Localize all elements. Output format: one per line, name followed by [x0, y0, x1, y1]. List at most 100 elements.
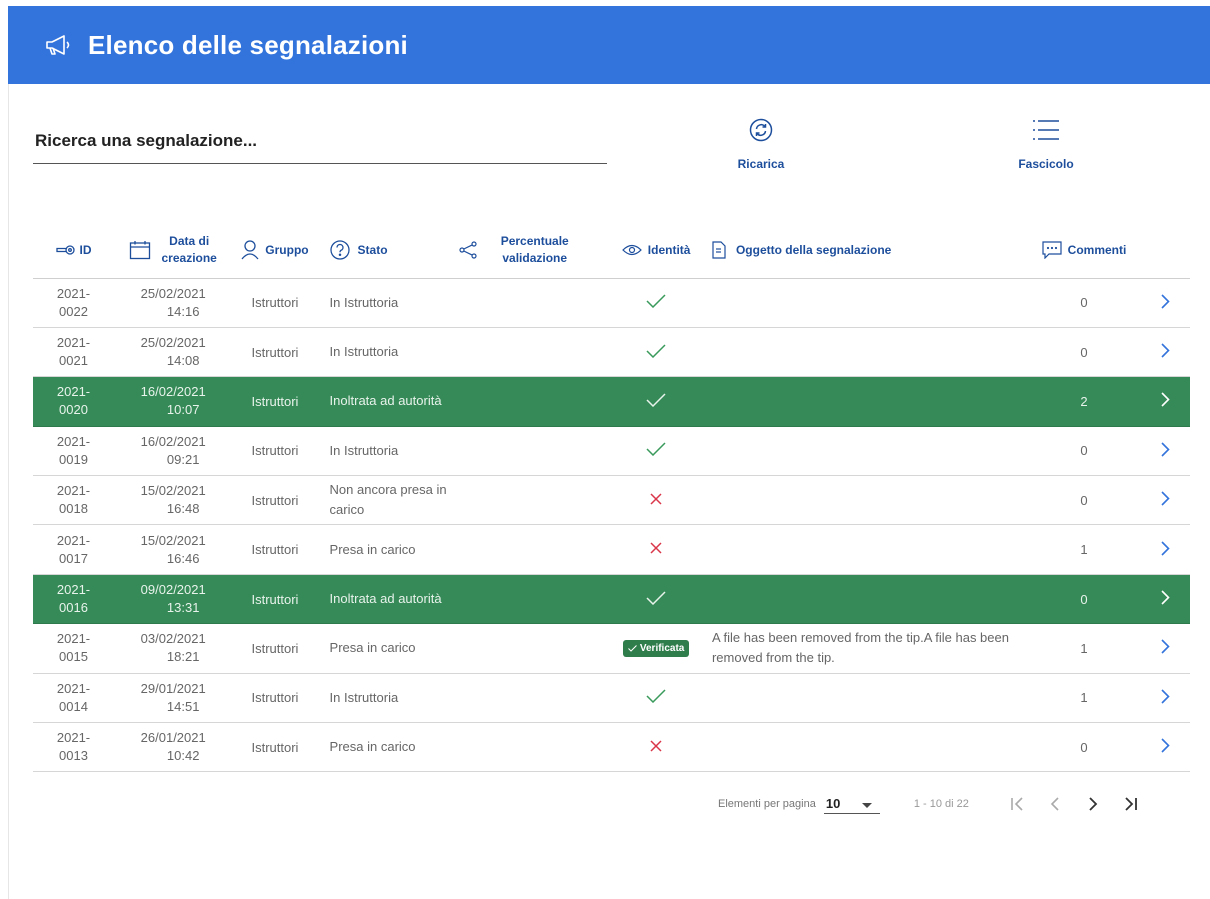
column-group[interactable]: Gruppo: [232, 222, 318, 279]
page-title: Elenco delle segnalazioni: [88, 29, 408, 60]
report-id: 2021-0018: [56, 483, 91, 517]
open-report-button[interactable]: [1140, 278, 1190, 328]
report-date: 15/02/2021: [140, 532, 206, 548]
open-report-button[interactable]: [1140, 524, 1190, 575]
last-page-button[interactable]: [1121, 794, 1141, 814]
cell-state: In Istruttoria: [317, 673, 457, 724]
cell-id: 2021-0016: [33, 574, 114, 625]
check-icon: [646, 344, 666, 358]
cell-state: Presa in carico: [317, 722, 457, 773]
cell-percent: [456, 623, 607, 674]
user-icon: [241, 240, 259, 260]
cell-percent: [456, 673, 607, 724]
search-input[interactable]: [33, 120, 607, 162]
cell-state: Inoltrata ad autorità: [317, 574, 457, 625]
reload-button[interactable]: Ricarica: [728, 118, 794, 171]
open-report-button[interactable]: [1140, 475, 1190, 526]
table-row[interactable]: 2021-0020 16/02/2021 10:07 Istruttori Inoltr…: [33, 376, 1190, 427]
cell-comments: 1: [1027, 524, 1141, 575]
chevron-right-icon: [1160, 541, 1170, 556]
cell-group: Istruttori: [232, 623, 318, 674]
cell-percent: [456, 376, 607, 427]
report-state: Presa in carico: [329, 640, 416, 656]
open-report-button[interactable]: [1140, 327, 1190, 378]
open-report-button[interactable]: [1140, 376, 1190, 427]
page-navigation: [1007, 794, 1141, 814]
cell-percent: [456, 426, 607, 477]
cross-icon: [650, 493, 662, 505]
table-row[interactable]: 2021-0013 26/01/2021 10:42 Istruttori Presa …: [33, 722, 1190, 773]
column-percent[interactable]: Percentuale validazione: [456, 222, 607, 279]
column-identity[interactable]: Identità: [606, 222, 706, 279]
open-report-button[interactable]: [1140, 426, 1190, 477]
report-time: 14:16: [166, 303, 200, 319]
table-row[interactable]: 2021-0014 29/01/2021 14:51 Istruttori In Ist…: [33, 673, 1190, 724]
report-group: Istruttori: [251, 393, 299, 409]
cell-date: 26/01/2021 10:42: [114, 722, 233, 773]
items-per-page-label: Elementi per pagina: [718, 798, 816, 810]
report-subject: A file has been removed from the tip.A f…: [711, 630, 1009, 666]
table-header-row: ID Data di creazione Gruppo Stato Percen…: [33, 222, 1190, 279]
cell-subject: [705, 574, 1028, 625]
chevron-right-icon: [1160, 392, 1170, 408]
cell-date: 29/01/2021 14:51: [114, 673, 233, 724]
table-row[interactable]: 2021-0016 09/02/2021 13:31 Istruttori Inoltr…: [33, 574, 1190, 625]
column-percent-label: Percentuale validazione: [500, 233, 569, 265]
cell-date: 25/02/2021 14:08: [114, 327, 233, 378]
question-icon: [329, 240, 350, 260]
column-date[interactable]: Data di creazione: [114, 222, 233, 279]
dossier-button[interactable]: Fascicolo: [1010, 118, 1082, 171]
cell-group: Istruttori: [232, 376, 318, 427]
report-group: Istruttori: [251, 690, 299, 706]
check-icon: [628, 645, 637, 652]
reload-label: Ricarica: [737, 157, 785, 171]
cell-subject: [705, 376, 1028, 427]
open-report-button[interactable]: [1140, 574, 1190, 625]
report-group: Istruttori: [251, 492, 299, 508]
open-report-button[interactable]: [1140, 623, 1190, 674]
report-group: Istruttori: [251, 344, 299, 360]
cell-date: 16/02/2021 10:07: [114, 376, 233, 427]
cell-id: 2021-0014: [33, 673, 114, 724]
previous-page-button[interactable]: [1045, 794, 1065, 814]
column-state-label: Stato: [357, 242, 388, 257]
report-group: Istruttori: [251, 591, 299, 607]
check-icon: [646, 294, 666, 309]
table-row[interactable]: 2021-0017 15/02/2021 16:46 Istruttori Presa …: [33, 524, 1190, 575]
cell-state: Presa in carico: [317, 623, 457, 674]
document-icon: [712, 241, 726, 259]
cell-group: Istruttori: [232, 278, 318, 328]
cell-identity: [606, 376, 706, 427]
next-page-button[interactable]: [1083, 794, 1103, 814]
items-per-page-select[interactable]: 10: [823, 794, 880, 814]
cell-comments: 0: [1027, 278, 1141, 328]
table-row[interactable]: 2021-0022 25/02/2021 14:16 Istruttori In Ist…: [33, 278, 1190, 328]
report-group: Istruttori: [251, 542, 299, 558]
table-row[interactable]: 2021-0015 03/02/2021 18:21 Istruttori Presa …: [33, 623, 1190, 674]
cell-percent: [456, 722, 607, 773]
open-report-button[interactable]: [1140, 673, 1190, 724]
column-subject[interactable]: Oggetto della segnalazione: [705, 222, 1028, 279]
first-page-button[interactable]: [1007, 794, 1027, 814]
cell-group: Istruttori: [232, 673, 318, 724]
report-group: Istruttori: [251, 295, 299, 311]
chevron-right-icon: [1160, 491, 1170, 506]
column-id[interactable]: ID: [33, 222, 114, 279]
cell-comments: 0: [1027, 722, 1141, 773]
check-icon: [646, 393, 666, 408]
table-row[interactable]: 2021-0021 25/02/2021 14:08 Istruttori In Ist…: [33, 327, 1190, 378]
comment-count: 0: [1080, 591, 1088, 607]
table-row[interactable]: 2021-0019 16/02/2021 09:21 Istruttori In Ist…: [33, 426, 1190, 477]
cell-subject: [705, 524, 1028, 575]
eye-icon: [621, 244, 642, 255]
column-comments[interactable]: Commenti: [1027, 222, 1141, 279]
comment-count: 1: [1080, 542, 1088, 558]
cross-icon: [650, 542, 662, 554]
first-page-icon: [1011, 797, 1023, 811]
report-time: 14:08: [166, 353, 200, 369]
cell-date: 25/02/2021 14:16: [114, 278, 233, 328]
open-report-button[interactable]: [1140, 722, 1190, 773]
column-identity-label: Identità: [647, 242, 691, 257]
column-state[interactable]: Stato: [317, 222, 457, 279]
table-row[interactable]: 2021-0018 15/02/2021 16:48 Istruttori Non an…: [33, 475, 1190, 526]
